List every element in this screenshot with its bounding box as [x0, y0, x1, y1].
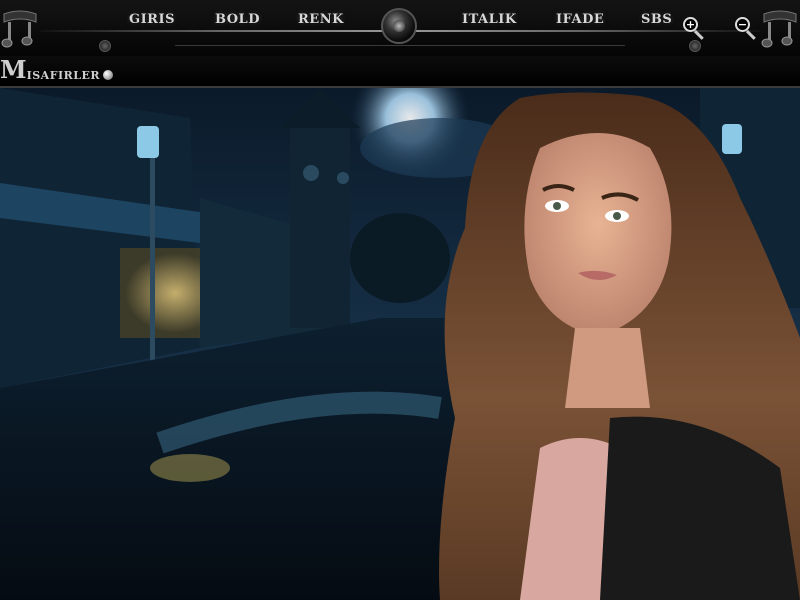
background-scene [0, 88, 800, 600]
zoom-out-icon[interactable]: − [735, 17, 757, 40]
portrait-iris-left [553, 202, 561, 210]
globe-icon [103, 69, 114, 80]
puddle-reflection [150, 454, 230, 482]
trees [350, 213, 450, 303]
sbs-button[interactable]: SBS [641, 12, 672, 32]
renk-button[interactable]: RENK [298, 12, 344, 32]
guests-bar: MISAFIRLER [0, 55, 800, 88]
zoom-in-handle [693, 30, 704, 40]
portrait-iris-right [613, 212, 621, 220]
giris-button[interactable]: GIRIS [129, 12, 175, 32]
guests-button[interactable]: MISAFIRLER [0, 55, 114, 84]
clock-tower [290, 128, 350, 328]
portrait-neck [565, 328, 650, 408]
left-dot-icon [99, 40, 111, 52]
street-lamp [137, 126, 159, 158]
ifade-button[interactable]: IFADE [556, 12, 604, 32]
tower-clock-side [337, 172, 349, 184]
right-dot-icon [689, 40, 701, 52]
zoom-in-icon[interactable]: + [683, 17, 705, 40]
bold-button[interactable]: BOLD [215, 12, 260, 32]
toolbar-rail-lower [175, 45, 625, 46]
music-note-right-icon[interactable] [760, 8, 800, 52]
tower-clock [303, 165, 319, 181]
guests-label-initial: M [0, 55, 27, 84]
guests-label: ISAFIRLER [26, 69, 101, 82]
dial-knob-icon[interactable] [381, 8, 417, 44]
music-note-icon[interactable] [0, 8, 40, 52]
zoom-out-handle [745, 30, 756, 40]
top-toolbar: GIRIS BOLD RENK ITALIK IFADE SBS + − [0, 0, 800, 57]
right-street-lamp [722, 124, 742, 154]
scene-illustration [0, 88, 800, 600]
italik-button[interactable]: ITALIK [462, 12, 517, 32]
